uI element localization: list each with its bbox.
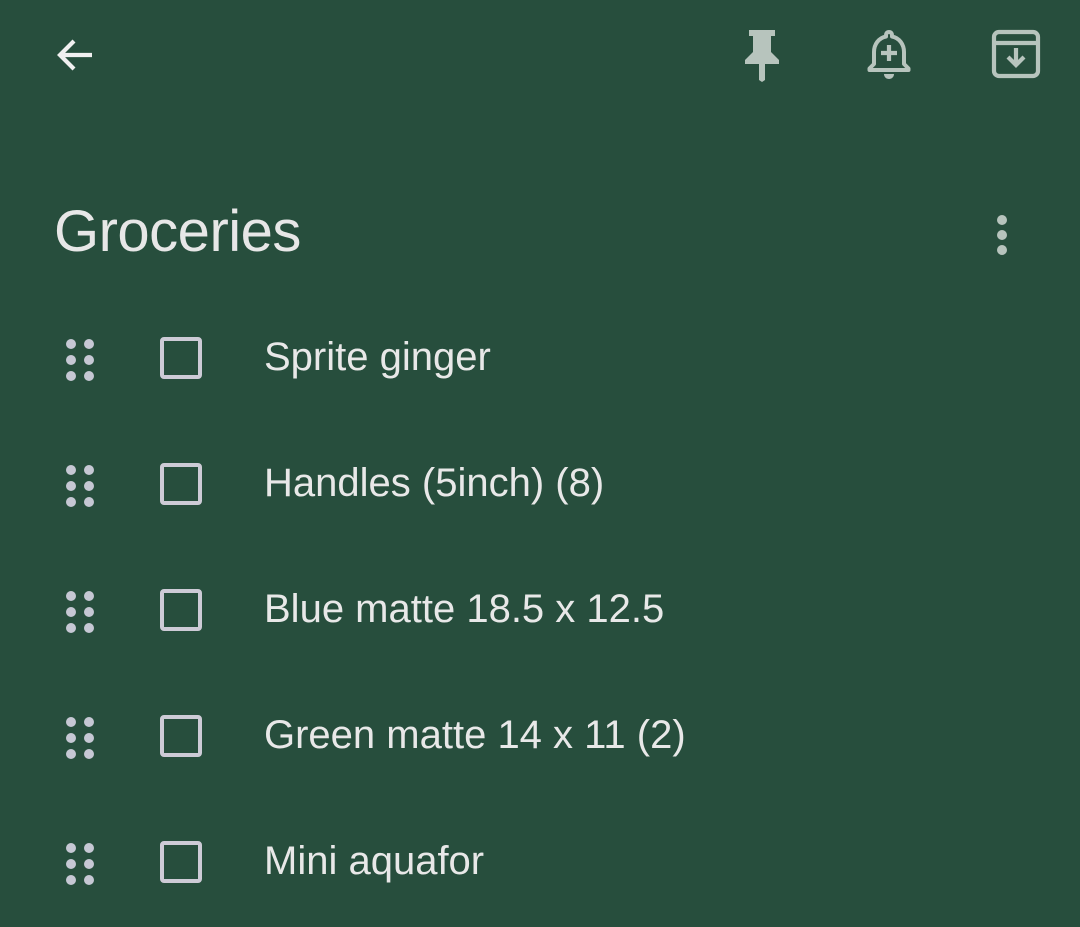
list-item: Mini aquafor bbox=[0, 801, 1080, 927]
drag-handle[interactable] bbox=[55, 581, 105, 643]
checklist: Sprite ginger Handles (5inch) (8) Blue m… bbox=[0, 297, 1080, 927]
item-checkbox[interactable] bbox=[160, 715, 202, 757]
list-item: Blue matte 18.5 x 12.5 bbox=[0, 549, 1080, 675]
list-item: Sprite ginger bbox=[0, 297, 1080, 423]
archive-icon bbox=[991, 29, 1041, 79]
item-text[interactable]: Green matte 14 x 11 (2) bbox=[264, 713, 686, 758]
drag-indicator-icon bbox=[66, 717, 94, 759]
add-alert-icon bbox=[867, 30, 911, 79]
item-checkbox[interactable] bbox=[160, 463, 202, 505]
drag-indicator-icon bbox=[66, 843, 94, 885]
arrow-back-icon bbox=[57, 39, 92, 71]
note-title[interactable]: Groceries bbox=[54, 198, 301, 265]
title-row: Groceries bbox=[0, 190, 1080, 280]
drag-handle[interactable] bbox=[55, 707, 105, 769]
item-checkbox[interactable] bbox=[160, 589, 202, 631]
drag-indicator-icon bbox=[66, 465, 94, 507]
pin-icon bbox=[745, 30, 779, 82]
drag-handle[interactable] bbox=[55, 833, 105, 895]
drag-indicator-icon bbox=[66, 591, 94, 633]
item-checkbox[interactable] bbox=[160, 841, 202, 883]
drag-handle[interactable] bbox=[55, 329, 105, 391]
drag-handle[interactable] bbox=[55, 455, 105, 517]
drag-indicator-icon bbox=[66, 339, 94, 381]
reminder-button[interactable] bbox=[857, 22, 921, 86]
item-checkbox[interactable] bbox=[160, 337, 202, 379]
item-text[interactable]: Blue matte 18.5 x 12.5 bbox=[264, 587, 664, 632]
list-item: Green matte 14 x 11 (2) bbox=[0, 675, 1080, 801]
item-text[interactable]: Mini aquafor bbox=[264, 839, 484, 884]
back-button[interactable] bbox=[42, 23, 106, 87]
list-item: Handles (5inch) (8) bbox=[0, 423, 1080, 549]
more-vert-icon bbox=[997, 215, 1007, 255]
item-text[interactable]: Sprite ginger bbox=[264, 335, 491, 380]
more-options-button[interactable] bbox=[970, 203, 1034, 267]
top-toolbar bbox=[0, 0, 1080, 110]
item-text[interactable]: Handles (5inch) (8) bbox=[264, 461, 604, 506]
archive-button[interactable] bbox=[984, 22, 1048, 86]
pin-button[interactable] bbox=[730, 22, 794, 86]
